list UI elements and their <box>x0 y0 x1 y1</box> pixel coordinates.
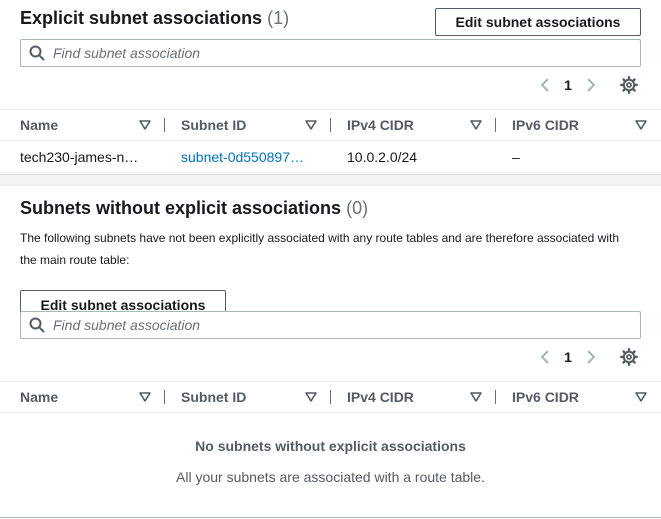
chevron-left-icon[interactable] <box>533 345 557 369</box>
sort-down-icon[interactable] <box>304 390 318 404</box>
explicit-associations-count: (1) <box>267 8 290 28</box>
table-row[interactable]: tech230-james-n… subnet-0d550897… 10.0.2… <box>0 141 661 173</box>
search-icon <box>21 40 53 66</box>
without-search-input[interactable] <box>53 313 640 337</box>
edit-subnet-associations-button[interactable]: Edit subnet associations <box>435 8 641 36</box>
explicit-associations-heading: Explicit subnet associations (1) <box>20 8 289 29</box>
without-associations-count: (0) <box>346 198 369 218</box>
without-search-box[interactable] <box>20 311 641 339</box>
column-header-ipv4-cidr[interactable]: IPv4 CIDR <box>347 110 497 140</box>
explicit-search-input[interactable] <box>53 41 640 65</box>
sort-down-icon[interactable] <box>634 118 648 132</box>
column-header-ipv6-cidr[interactable]: IPv6 CIDR <box>512 110 652 140</box>
gear-icon[interactable] <box>617 345 641 369</box>
subnet-id-link[interactable]: subnet-0d550897… <box>181 141 326 173</box>
explicit-pagination: 1 <box>533 73 641 97</box>
gear-icon[interactable] <box>617 73 641 97</box>
explicit-page-number[interactable]: 1 <box>557 77 579 93</box>
sort-down-icon[interactable] <box>469 390 483 404</box>
section-divider <box>0 174 661 186</box>
sort-down-icon[interactable] <box>634 390 648 404</box>
sort-down-icon[interactable] <box>138 390 152 404</box>
without-pagination: 1 <box>533 345 641 369</box>
cell-ipv4-cidr: 10.0.2.0/24 <box>347 149 418 165</box>
table-bottom-border <box>0 517 661 518</box>
without-page-number[interactable]: 1 <box>557 349 579 365</box>
chevron-left-icon[interactable] <box>533 73 557 97</box>
column-header-ipv4-cidr[interactable]: IPv4 CIDR <box>347 382 497 412</box>
without-table-header: Name Subnet ID IPv4 CIDR IPv6 CIDR <box>0 381 661 413</box>
without-associations-panel: Subnets without explicit associations (0… <box>0 186 661 519</box>
explicit-associations-title: Explicit subnet associations <box>20 8 263 28</box>
explicit-table-header: Name Subnet ID IPv4 CIDR IPv6 CIDR <box>0 109 661 141</box>
sort-down-icon[interactable] <box>138 118 152 132</box>
sort-down-icon[interactable] <box>469 118 483 132</box>
without-associations-heading: Subnets without explicit associations (0… <box>20 198 368 219</box>
sort-down-icon[interactable] <box>304 118 318 132</box>
without-associations-description: The following subnets have not been expl… <box>20 231 620 267</box>
cell-name: tech230-james-n… <box>20 149 139 165</box>
empty-state-title: No subnets without explicit associations <box>195 438 466 454</box>
cell-ipv6-cidr: – <box>512 149 520 165</box>
explicit-search-box[interactable] <box>20 39 641 67</box>
empty-state-subtitle: All your subnets are associated with a r… <box>176 469 485 485</box>
column-header-subnet-id[interactable]: Subnet ID <box>181 382 331 412</box>
search-icon <box>21 312 53 338</box>
column-header-name[interactable]: Name <box>20 382 165 412</box>
column-header-subnet-id[interactable]: Subnet ID <box>181 110 331 140</box>
column-header-ipv6-cidr[interactable]: IPv6 CIDR <box>512 382 652 412</box>
explicit-associations-panel: Explicit subnet associations (1) Edit su… <box>0 0 661 174</box>
chevron-right-icon[interactable] <box>579 345 603 369</box>
column-header-name[interactable]: Name <box>20 110 165 140</box>
chevron-right-icon[interactable] <box>579 73 603 97</box>
without-associations-title: Subnets without explicit associations <box>20 198 342 218</box>
